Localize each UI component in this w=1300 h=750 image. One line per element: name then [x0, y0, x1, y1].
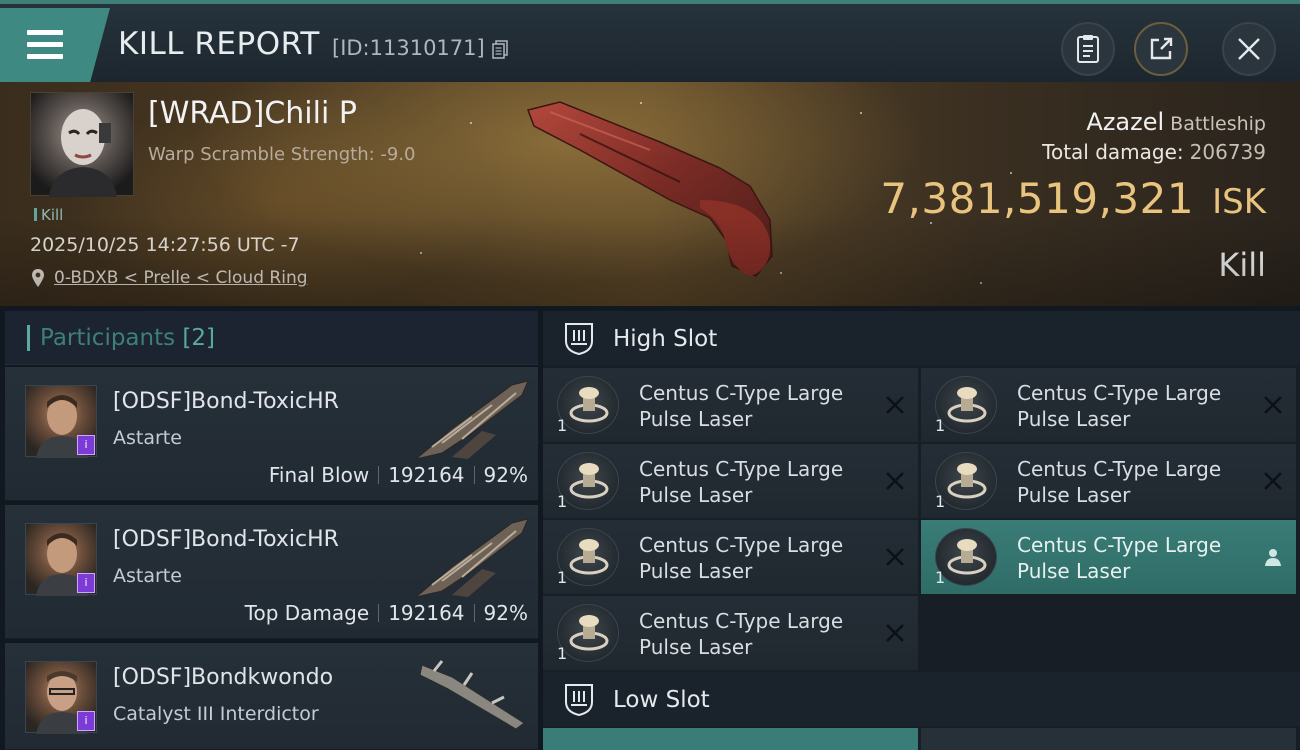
module-quantity: 1 — [935, 492, 946, 511]
location-pin-icon — [32, 269, 44, 287]
module-slot[interactable]: 1 Centus C-Type Large Pulse Laser — [543, 444, 918, 518]
participant-ship: Astarte — [113, 565, 182, 587]
corp-badge-icon: i — [77, 711, 95, 731]
module-quantity: 1 — [935, 568, 946, 587]
fitting-panel: High Slot 1 Centus C-Type Large Pulse Las… — [543, 311, 1300, 750]
notes-button[interactable] — [1061, 22, 1115, 76]
module-name: Centus C-Type Large Pulse Laser — [1017, 533, 1222, 583]
isk-value-line: 7,381,519,321 ISK — [880, 174, 1266, 223]
destroyed-x-icon — [1264, 472, 1282, 490]
participant-stats: Final Blow 192164 92% — [269, 463, 528, 487]
module-slot[interactable]: 1 Centus C-Type Large Pulse Laser — [543, 368, 918, 442]
total-damage-value: 206739 — [1189, 140, 1266, 164]
notes-icon — [1077, 35, 1099, 63]
high-slot-label: High Slot — [613, 326, 718, 352]
module-name: Centus C-Type Large Pulse Laser — [1017, 457, 1222, 507]
module-name: Centus C-Type Large Pulse Laser — [1017, 381, 1222, 431]
module-quantity: 1 — [557, 416, 568, 435]
participants-label: Participants — [40, 325, 176, 351]
participant-portrait: i — [25, 523, 97, 596]
participant-ship: Catalyst III Interdictor — [113, 703, 319, 725]
participant-damage: 192164 — [388, 601, 465, 625]
destroyed-x-icon — [886, 624, 904, 642]
victim-ship-class: Battleship — [1170, 113, 1266, 135]
participant-portrait: i — [25, 385, 97, 458]
module-slot[interactable]: 1 Centus C-Type Large Pulse Laser — [921, 444, 1296, 518]
module-name: Centus C-Type Large Pulse Laser — [639, 609, 844, 659]
victim-ship-name[interactable]: Azazel — [1086, 108, 1164, 136]
destroyed-x-icon — [886, 472, 904, 490]
participant-name[interactable]: [ODSF]Bond-ToxicHR — [113, 389, 339, 414]
participant-stats: Top Damage 192164 92% — [245, 601, 528, 625]
participant-card[interactable]: i [ODSF]Bond-ToxicHR Astarte Top Damage 1… — [5, 505, 538, 639]
participant-damage: 192164 — [388, 463, 465, 487]
victim-ship: Azazel Battleship — [1086, 108, 1266, 136]
low-slot-icon — [565, 684, 593, 716]
share-icon — [1150, 37, 1173, 60]
kill-result: Kill — [1218, 246, 1266, 284]
participant-ship-image — [415, 518, 529, 598]
module-quantity: 1 — [557, 644, 568, 663]
victim-name[interactable]: [WRAD]Chili P — [148, 96, 357, 131]
corp-badge-icon: i — [77, 435, 95, 455]
low-slot-label: Low Slot — [613, 687, 710, 713]
isk-value: 7,381,519,321 — [880, 174, 1195, 223]
victim-banner: [WRAD]Chili P Warp Scramble Strength: -9… — [0, 82, 1300, 306]
module-name: Centus C-Type Large Pulse Laser — [639, 381, 844, 431]
share-button[interactable] — [1134, 22, 1188, 76]
participant-name[interactable]: [ODSF]Bond-ToxicHR — [113, 527, 339, 552]
participant-card[interactable]: i [ODSF]Bondkwondo Catalyst III Interdic… — [5, 643, 538, 750]
module-slot[interactable]: 1 Centus C-Type Large Pulse Laser — [543, 596, 918, 670]
module-slot-dropped[interactable]: 1 Centus C-Type Large Pulse Laser — [921, 520, 1296, 594]
participant-name[interactable]: [ODSF]Bondkwondo — [113, 665, 333, 690]
menu-icon — [22, 30, 63, 60]
location-link[interactable]: 0-BDXB < Prelle < Cloud Ring — [54, 268, 308, 288]
participants-header: Participants [2] — [5, 311, 538, 365]
destroyed-x-icon — [886, 548, 904, 566]
kill-datetime: 2025/10/25 14:27:56 UTC -7 — [30, 234, 300, 256]
page-title: KILL REPORT — [118, 26, 320, 62]
total-damage: Total damage: 206739 — [1042, 140, 1266, 164]
menu-button[interactable] — [0, 8, 110, 82]
participant-ship: Astarte — [113, 427, 182, 449]
report-id: [ID:11310171] — [332, 36, 485, 60]
module-slot[interactable]: 1 Centus C-Type Large Pulse Laser — [543, 520, 918, 594]
header-bar: KILL REPORT [ID:11310171] — [0, 0, 1300, 82]
module-name: Centus C-Type Large Pulse Laser — [639, 533, 844, 583]
participant-ship-image — [419, 660, 525, 730]
victim-ship-image — [527, 101, 773, 277]
destroyed-x-icon — [886, 396, 904, 414]
module-slot[interactable]: 1 Centus C-Type Large Pulse Laser — [921, 368, 1296, 442]
participants-panel: Participants [2] i [ODSF]Bond-ToxicHR As… — [5, 311, 538, 750]
module-slot[interactable] — [543, 728, 918, 750]
participant-damage-percent: 92% — [483, 601, 528, 625]
participant-card[interactable]: i [ODSF]Bond-ToxicHR Astarte Final Blow 1… — [5, 367, 538, 501]
victim-portrait[interactable] — [30, 92, 134, 197]
isk-unit: ISK — [1212, 182, 1266, 222]
high-slot-icon — [565, 323, 593, 355]
module-quantity: 1 — [935, 416, 946, 435]
participant-portrait: i — [25, 661, 97, 734]
participants-count: [2] — [182, 325, 216, 351]
kill-tag: Kill — [34, 206, 63, 224]
participant-role: Top Damage — [244, 601, 370, 625]
corp-badge-icon: i — [77, 573, 95, 593]
module-quantity: 1 — [557, 568, 568, 587]
low-slot-header: Low Slot — [543, 672, 1300, 726]
module-name: Centus C-Type Large Pulse Laser — [639, 457, 844, 507]
close-icon — [1238, 38, 1260, 60]
copy-icon[interactable] — [492, 40, 508, 59]
module-slot[interactable] — [921, 728, 1296, 750]
participant-damage-percent: 92% — [483, 463, 528, 487]
participant-role: Final Blow — [268, 463, 370, 487]
warp-scramble-strength: Warp Scramble Strength: -9.0 — [148, 144, 416, 165]
participant-ship-image — [415, 380, 529, 460]
module-quantity: 1 — [557, 492, 568, 511]
close-button[interactable] — [1222, 22, 1276, 76]
destroyed-x-icon — [1264, 396, 1282, 414]
total-damage-label: Total damage: — [1042, 140, 1184, 164]
person-icon — [1265, 549, 1281, 566]
high-slot-header: High Slot — [543, 311, 1300, 365]
